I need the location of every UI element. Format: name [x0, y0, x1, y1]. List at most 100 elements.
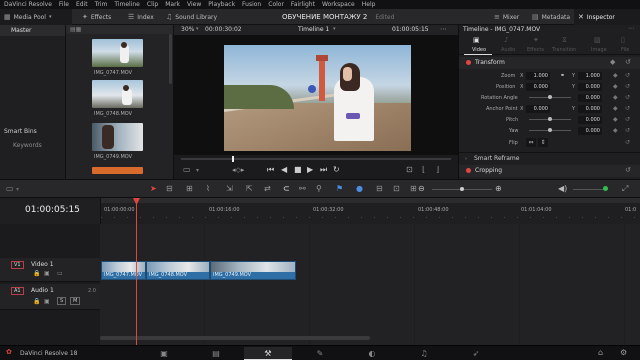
section-enable-dot[interactable] — [466, 60, 471, 65]
zoom-out-icon[interactable]: ⊖ — [418, 184, 425, 193]
stop-icon[interactable]: ■ — [294, 165, 302, 174]
video-track-id[interactable]: V1 — [11, 261, 24, 269]
menu-davinci[interactable]: DaVinci Resolve — [4, 1, 52, 8]
blade-tool-icon[interactable]: ⌇ — [206, 184, 210, 193]
keyframe-icon[interactable]: ◆ — [613, 72, 618, 79]
link-icon[interactable]: ⚭ — [560, 72, 565, 79]
menu-mark[interactable]: Mark — [165, 1, 180, 8]
menu-trim[interactable]: Trim — [95, 1, 108, 8]
position-x-field[interactable]: 0.000 — [526, 83, 550, 91]
effects-button[interactable]: ✦ Effects — [78, 9, 115, 25]
page-deliver[interactable]: ➶ — [452, 347, 500, 360]
menu-file[interactable]: File — [59, 1, 69, 8]
auto-select-icon[interactable]: ▣ — [44, 270, 50, 277]
match-frame-icon[interactable]: ⊡ — [406, 165, 413, 174]
clip-thumbnail-partial[interactable] — [92, 167, 143, 174]
dynamic-trim-icon[interactable]: ⊞ — [186, 184, 193, 193]
smart-reframe-section[interactable]: › Smart Reframe — [459, 152, 640, 164]
reset-icon[interactable]: ↺ — [625, 166, 631, 174]
timeline-scrollbar[interactable] — [100, 336, 370, 340]
pitch-field[interactable]: 0.000 — [578, 116, 602, 124]
options-icon[interactable]: ⋯ — [628, 25, 634, 32]
reset-icon[interactable]: ↺ — [625, 116, 630, 123]
slider-handle[interactable] — [548, 117, 552, 121]
timeline-ruler[interactable]: 01:00:00:00 01:00:16:00 01:00:32:00 01:0… — [100, 198, 640, 224]
menu-edit[interactable]: Edit — [76, 1, 88, 8]
timeline-clip-0747[interactable]: IMG_0747.MOV — [101, 261, 146, 280]
cropping-section[interactable]: Cropping ↺ — [459, 165, 640, 177]
anchor-y-field[interactable]: 0.000 — [578, 105, 602, 113]
reset-icon[interactable]: ↺ — [625, 94, 630, 101]
custom-zoom-icon[interactable]: ⊞ — [410, 184, 417, 193]
pool-view-icon[interactable]: ▤▦ — [70, 26, 81, 33]
volume-icon[interactable]: ◀) — [558, 184, 567, 193]
mute-button[interactable]: M — [70, 297, 81, 305]
linked-selection-icon[interactable]: ⚯ — [299, 184, 306, 193]
replace-clip-icon[interactable]: ⇄ — [264, 184, 271, 193]
zoom-x-field[interactable]: 1.000 — [526, 72, 550, 80]
go-to-end-icon[interactable]: ⏭ — [320, 165, 327, 175]
lock-icon[interactable]: 🔒 — [33, 270, 40, 277]
reset-icon[interactable]: ↺ — [625, 58, 631, 66]
timeline-clip-0748[interactable]: IMG_0748.MOV — [146, 261, 210, 280]
reset-icon[interactable]: ↺ — [625, 105, 630, 112]
selection-tool-icon[interactable]: ➤ — [150, 184, 157, 193]
flip-vertical-icon[interactable]: ⇕ — [538, 138, 548, 147]
in-point-icon[interactable]: ⌊ — [422, 165, 425, 174]
audio-track-name[interactable]: Audio 1 — [31, 287, 54, 294]
scrubber-handle[interactable] — [232, 156, 234, 162]
menu-color[interactable]: Color — [268, 1, 284, 8]
menu-help[interactable]: Help — [362, 1, 376, 8]
reset-icon[interactable]: ↺ — [625, 72, 630, 79]
reset-icon[interactable]: ↺ — [625, 83, 630, 90]
keyframe-icon[interactable]: ◆ — [613, 116, 618, 123]
track-area[interactable] — [100, 224, 640, 345]
fullscreen-icon[interactable]: ⤢ — [622, 184, 628, 194]
video-frame[interactable] — [224, 45, 411, 151]
home-icon[interactable]: ⌂ — [598, 348, 603, 357]
slider-handle[interactable] — [548, 128, 552, 132]
layout-icon[interactable]: ▭ — [6, 184, 14, 193]
playhead[interactable] — [136, 200, 137, 345]
tab-audio[interactable]: ♪ Audio — [495, 35, 523, 55]
play-icon[interactable]: ▶ — [307, 165, 313, 174]
menu-timeline[interactable]: Timeline — [114, 1, 140, 8]
pool-scrollbar[interactable] — [169, 34, 172, 84]
view-options-icon[interactable]: ▭ — [183, 165, 191, 174]
rotation-field[interactable]: 0.000 — [578, 94, 602, 102]
auto-select-icon[interactable]: ▣ — [44, 298, 50, 305]
full-extent-zoom-icon[interactable]: ⊟ — [376, 184, 383, 193]
section-enable-dot[interactable] — [466, 168, 471, 173]
page-cut[interactable]: ▤ — [192, 347, 240, 360]
overwrite-clip-icon[interactable]: ⇱ — [246, 184, 253, 193]
track-visibility-icon[interactable]: ▭ — [57, 270, 63, 277]
sound-library-button[interactable]: ♫ Sound Library — [162, 9, 221, 25]
video-track-name[interactable]: Video 1 — [31, 261, 54, 268]
menu-workspace[interactable]: Workspace — [322, 1, 355, 8]
anchor-x-field[interactable]: 0.000 — [526, 105, 550, 113]
transform-section-header[interactable]: Transform ◆ ↺ — [459, 57, 640, 69]
keyframe-icon[interactable]: ◆ — [613, 83, 618, 90]
solo-button[interactable]: S — [57, 297, 67, 305]
keyframe-icon[interactable]: ◆ — [610, 58, 615, 66]
page-fusion[interactable]: ✎ — [296, 347, 344, 360]
timeline-name[interactable]: Timeline 1 — [298, 26, 329, 33]
tab-effects[interactable]: ✦ Effects — [523, 35, 553, 55]
marker-icon[interactable]: ● — [356, 184, 363, 193]
menu-clip[interactable]: Clip — [147, 1, 158, 8]
position-y-field[interactable]: 0.000 — [578, 83, 602, 91]
timeline-timecode[interactable]: 01:00:05:15 — [25, 205, 80, 215]
trim-tool-icon[interactable]: ⊟ — [166, 184, 173, 193]
menu-playback[interactable]: Playback — [208, 1, 235, 8]
audio-track-id[interactable]: A1 — [11, 287, 24, 295]
tab-transition[interactable]: ⧖ Transition — [551, 35, 583, 55]
zoom-level[interactable]: 30% — [181, 26, 194, 33]
insert-clip-icon[interactable]: ⇲ — [226, 184, 233, 193]
position-lock-icon[interactable]: ⚲ — [316, 184, 322, 193]
reset-icon[interactable]: ↺ — [625, 139, 630, 146]
page-color[interactable]: ◐ — [348, 347, 396, 360]
menu-view[interactable]: View — [187, 1, 201, 8]
snapping-icon[interactable]: ⊂ — [283, 184, 290, 193]
detail-zoom-icon[interactable]: ⊡ — [393, 184, 400, 193]
out-point-icon[interactable]: ⌋ — [436, 165, 439, 174]
